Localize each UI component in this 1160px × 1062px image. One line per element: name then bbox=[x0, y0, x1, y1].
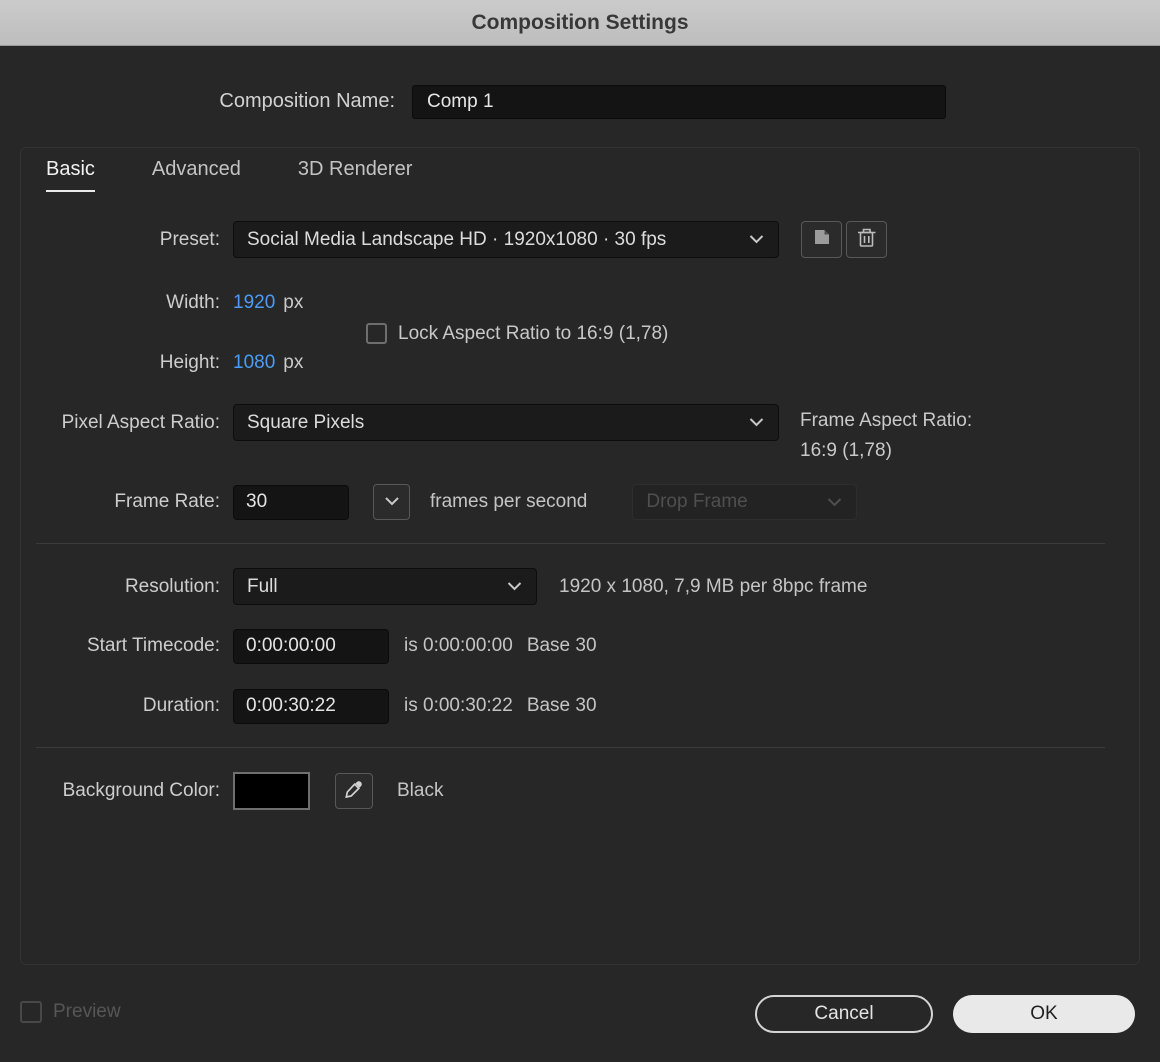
pixel-aspect-label: Pixel Aspect Ratio: bbox=[0, 412, 220, 434]
chevron-down-icon bbox=[507, 582, 522, 591]
resolution-dropdown[interactable]: Full bbox=[233, 568, 537, 605]
delete-preset-button[interactable] bbox=[846, 221, 887, 258]
eyedropper-button[interactable] bbox=[335, 773, 373, 809]
frame-rate-input[interactable] bbox=[233, 485, 349, 520]
preset-label: Preset: bbox=[0, 229, 220, 251]
start-timecode-label: Start Timecode: bbox=[0, 635, 220, 657]
eyedropper-icon bbox=[344, 779, 364, 804]
width-unit: px bbox=[283, 292, 303, 314]
preset-value: Social Media Landscape HD · 1920x1080 · … bbox=[247, 229, 666, 251]
save-preset-button[interactable] bbox=[801, 221, 842, 258]
frame-rate-unit-label: frames per second bbox=[430, 491, 587, 513]
ok-button[interactable]: OK bbox=[953, 995, 1135, 1033]
chevron-down-icon bbox=[749, 418, 764, 427]
width-row: Width: 1920 px bbox=[0, 289, 303, 316]
preset-dropdown[interactable]: Social Media Landscape HD · 1920x1080 · … bbox=[233, 221, 779, 258]
composition-settings-dialog: Composition Settings Composition Name: B… bbox=[0, 0, 1160, 1062]
composition-name-input[interactable] bbox=[412, 85, 946, 119]
height-row: Height: 1080 px bbox=[0, 349, 303, 376]
chevron-down-icon bbox=[385, 493, 399, 511]
preview-label: Preview bbox=[53, 1001, 121, 1023]
start-timecode-row: Start Timecode: is 0:00:00:00 Base 30 bbox=[0, 628, 597, 664]
tab-panel bbox=[20, 147, 1140, 965]
frame-rate-label: Frame Rate: bbox=[0, 491, 220, 513]
duration-info: is 0:00:30:22 bbox=[404, 695, 513, 717]
lock-aspect-row: Lock Aspect Ratio to 16:9 (1,78) bbox=[366, 320, 668, 347]
frame-aspect-value: 16:9 (1,78) bbox=[800, 436, 972, 466]
tab-advanced[interactable]: Advanced bbox=[152, 158, 241, 192]
save-preset-icon bbox=[812, 227, 832, 252]
drop-frame-dropdown: Drop Frame bbox=[632, 484, 857, 520]
duration-base: Base 30 bbox=[527, 695, 597, 717]
pixel-aspect-row: Pixel Aspect Ratio: Square Pixels bbox=[0, 404, 779, 441]
frame-aspect-block: Frame Aspect Ratio: 16:9 (1,78) bbox=[800, 406, 972, 466]
dialog-title: Composition Settings bbox=[472, 11, 689, 35]
frame-rate-row: Frame Rate: frames per second Drop Frame bbox=[0, 484, 857, 520]
background-color-name: Black bbox=[397, 780, 443, 802]
trash-icon bbox=[857, 227, 876, 253]
height-label: Height: bbox=[0, 352, 220, 374]
width-value[interactable]: 1920 bbox=[233, 292, 275, 314]
drop-frame-value: Drop Frame bbox=[646, 491, 747, 513]
background-color-swatch[interactable] bbox=[233, 772, 310, 810]
start-timecode-input[interactable] bbox=[233, 629, 389, 664]
background-color-label: Background Color: bbox=[0, 780, 220, 802]
frame-aspect-label: Frame Aspect Ratio: bbox=[800, 406, 972, 436]
composition-name-label: Composition Name: bbox=[0, 90, 395, 113]
preset-row: Preset: Social Media Landscape HD · 1920… bbox=[0, 221, 887, 258]
resolution-row: Resolution: Full 1920 x 1080, 7,9 MB per… bbox=[0, 568, 867, 605]
preview-checkbox[interactable] bbox=[20, 1001, 42, 1023]
tab-3d-renderer[interactable]: 3D Renderer bbox=[298, 158, 413, 192]
duration-row: Duration: is 0:00:30:22 Base 30 bbox=[0, 688, 597, 724]
resolution-info: 1920 x 1080, 7,9 MB per 8bpc frame bbox=[559, 576, 867, 598]
background-color-row: Background Color: Black bbox=[0, 771, 443, 811]
dialog-titlebar: Composition Settings bbox=[0, 0, 1160, 46]
start-timecode-info: is 0:00:00:00 bbox=[404, 635, 513, 657]
height-unit: px bbox=[283, 352, 303, 374]
resolution-label: Resolution: bbox=[0, 576, 220, 598]
lock-aspect-checkbox[interactable] bbox=[366, 323, 387, 344]
start-timecode-base: Base 30 bbox=[527, 635, 597, 657]
duration-input[interactable] bbox=[233, 689, 389, 724]
width-label: Width: bbox=[0, 292, 220, 314]
tab-bar: Basic Advanced 3D Renderer bbox=[46, 158, 412, 192]
resolution-value: Full bbox=[247, 576, 278, 598]
height-value[interactable]: 1080 bbox=[233, 352, 275, 374]
chevron-down-icon bbox=[749, 235, 764, 244]
divider bbox=[36, 747, 1105, 748]
duration-label: Duration: bbox=[0, 695, 220, 717]
cancel-button[interactable]: Cancel bbox=[755, 995, 933, 1033]
frame-rate-preset-button[interactable] bbox=[373, 484, 410, 520]
pixel-aspect-dropdown[interactable]: Square Pixels bbox=[233, 404, 779, 441]
tab-basic[interactable]: Basic bbox=[46, 158, 95, 192]
pixel-aspect-value: Square Pixels bbox=[247, 412, 364, 434]
lock-aspect-label: Lock Aspect Ratio to 16:9 (1,78) bbox=[398, 323, 668, 345]
divider bbox=[36, 543, 1105, 544]
chevron-down-icon bbox=[827, 498, 842, 507]
preview-row: Preview bbox=[20, 1001, 121, 1023]
